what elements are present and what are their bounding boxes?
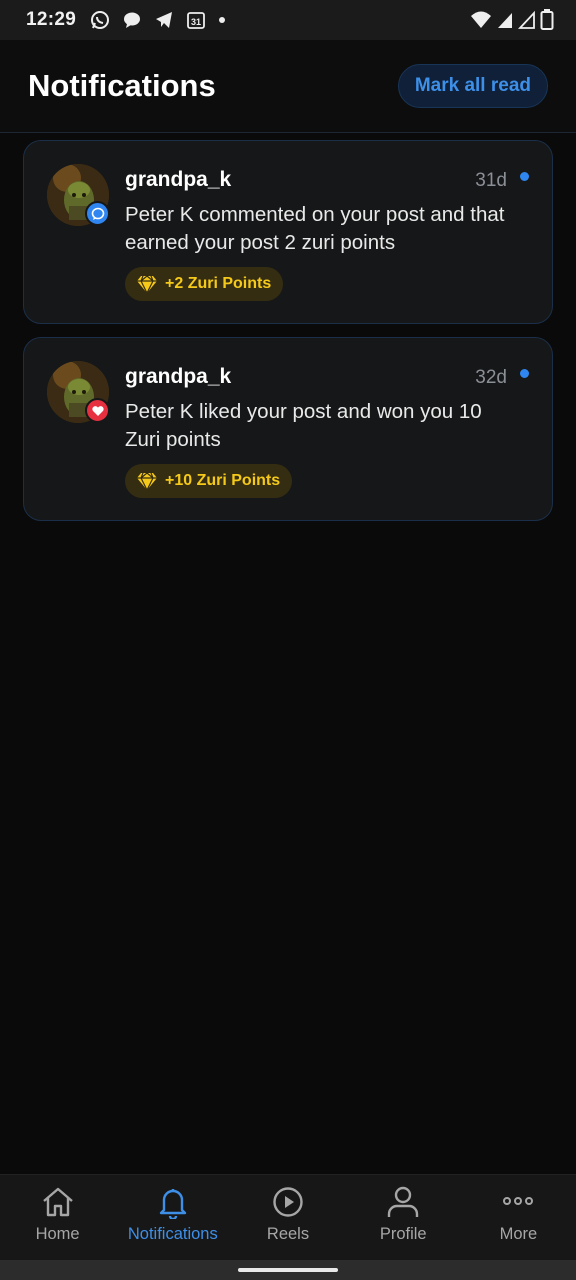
signal-icon	[496, 10, 514, 30]
bell-icon	[155, 1185, 191, 1219]
comment-badge	[85, 201, 110, 226]
notification-username[interactable]: grandpa_k	[125, 365, 231, 389]
nav-label-reels: Reels	[266, 1225, 310, 1243]
unread-dot	[520, 369, 529, 378]
points-badge: +10 Zuri Points	[125, 464, 293, 498]
user-icon	[385, 1185, 421, 1219]
points-label: +10 Zuri Points	[165, 472, 281, 489]
header: Notifications Mark all read	[0, 40, 576, 133]
home-icon	[40, 1185, 76, 1219]
bottom-nav: Home Notifications Reels Profile More	[0, 1174, 576, 1260]
dot-icon	[218, 10, 226, 30]
signal-icon	[518, 10, 536, 30]
notification-username[interactable]: grandpa_k	[125, 168, 231, 192]
status-left-icons: 31	[90, 10, 226, 30]
chat-bubble-icon	[122, 10, 142, 30]
notification-list: grandpa_k 31d Peter K commented on your …	[23, 140, 553, 534]
calendar-icon: 31	[186, 10, 206, 30]
comment-icon	[91, 207, 105, 221]
notification-time: 32d	[475, 367, 507, 388]
nav-label-notifications: Notifications	[127, 1225, 218, 1243]
points-label: +2 Zuri Points	[165, 275, 272, 292]
nav-label-home: Home	[35, 1225, 80, 1243]
mark-all-read-button[interactable]: Mark all read	[397, 64, 548, 108]
status-right-icons	[470, 9, 554, 31]
notification-time: 31d	[475, 170, 507, 191]
play-icon	[270, 1185, 306, 1219]
wifi-icon	[470, 10, 492, 30]
notification-card[interactable]: grandpa_k 31d Peter K commented on your …	[23, 140, 553, 324]
page-title: Notifications	[28, 68, 216, 103]
diamond-icon	[136, 471, 158, 491]
calendar-day: 31	[191, 17, 201, 27]
nav-item-reels[interactable]: Reels	[230, 1175, 345, 1260]
telegram-icon	[154, 10, 174, 30]
points-badge: +2 Zuri Points	[125, 267, 284, 301]
nav-label-profile: Profile	[379, 1225, 427, 1243]
nav-label-more: More	[499, 1225, 538, 1243]
whatsapp-icon	[90, 10, 110, 30]
more-icon	[500, 1185, 536, 1219]
battery-icon	[540, 9, 554, 31]
home-gesture-handle[interactable]	[238, 1268, 338, 1272]
nav-item-notifications[interactable]: Notifications	[115, 1175, 230, 1260]
status-time: 12:29	[26, 9, 77, 30]
notification-message: Peter K liked your post and won you 10 Z…	[125, 400, 482, 451]
diamond-icon	[136, 274, 158, 294]
status-bar: 12:29 31	[0, 0, 576, 40]
notification-message: Peter K commented on your post and that …	[125, 203, 505, 254]
nav-item-home[interactable]: Home	[0, 1175, 115, 1260]
notification-card[interactable]: grandpa_k 32d Peter K liked your post an…	[23, 337, 553, 521]
gesture-bar	[0, 1260, 576, 1280]
unread-dot	[520, 172, 529, 181]
heart-icon	[91, 404, 105, 418]
nav-item-profile[interactable]: Profile	[346, 1175, 461, 1260]
like-badge	[85, 398, 110, 423]
nav-item-more[interactable]: More	[461, 1175, 576, 1260]
